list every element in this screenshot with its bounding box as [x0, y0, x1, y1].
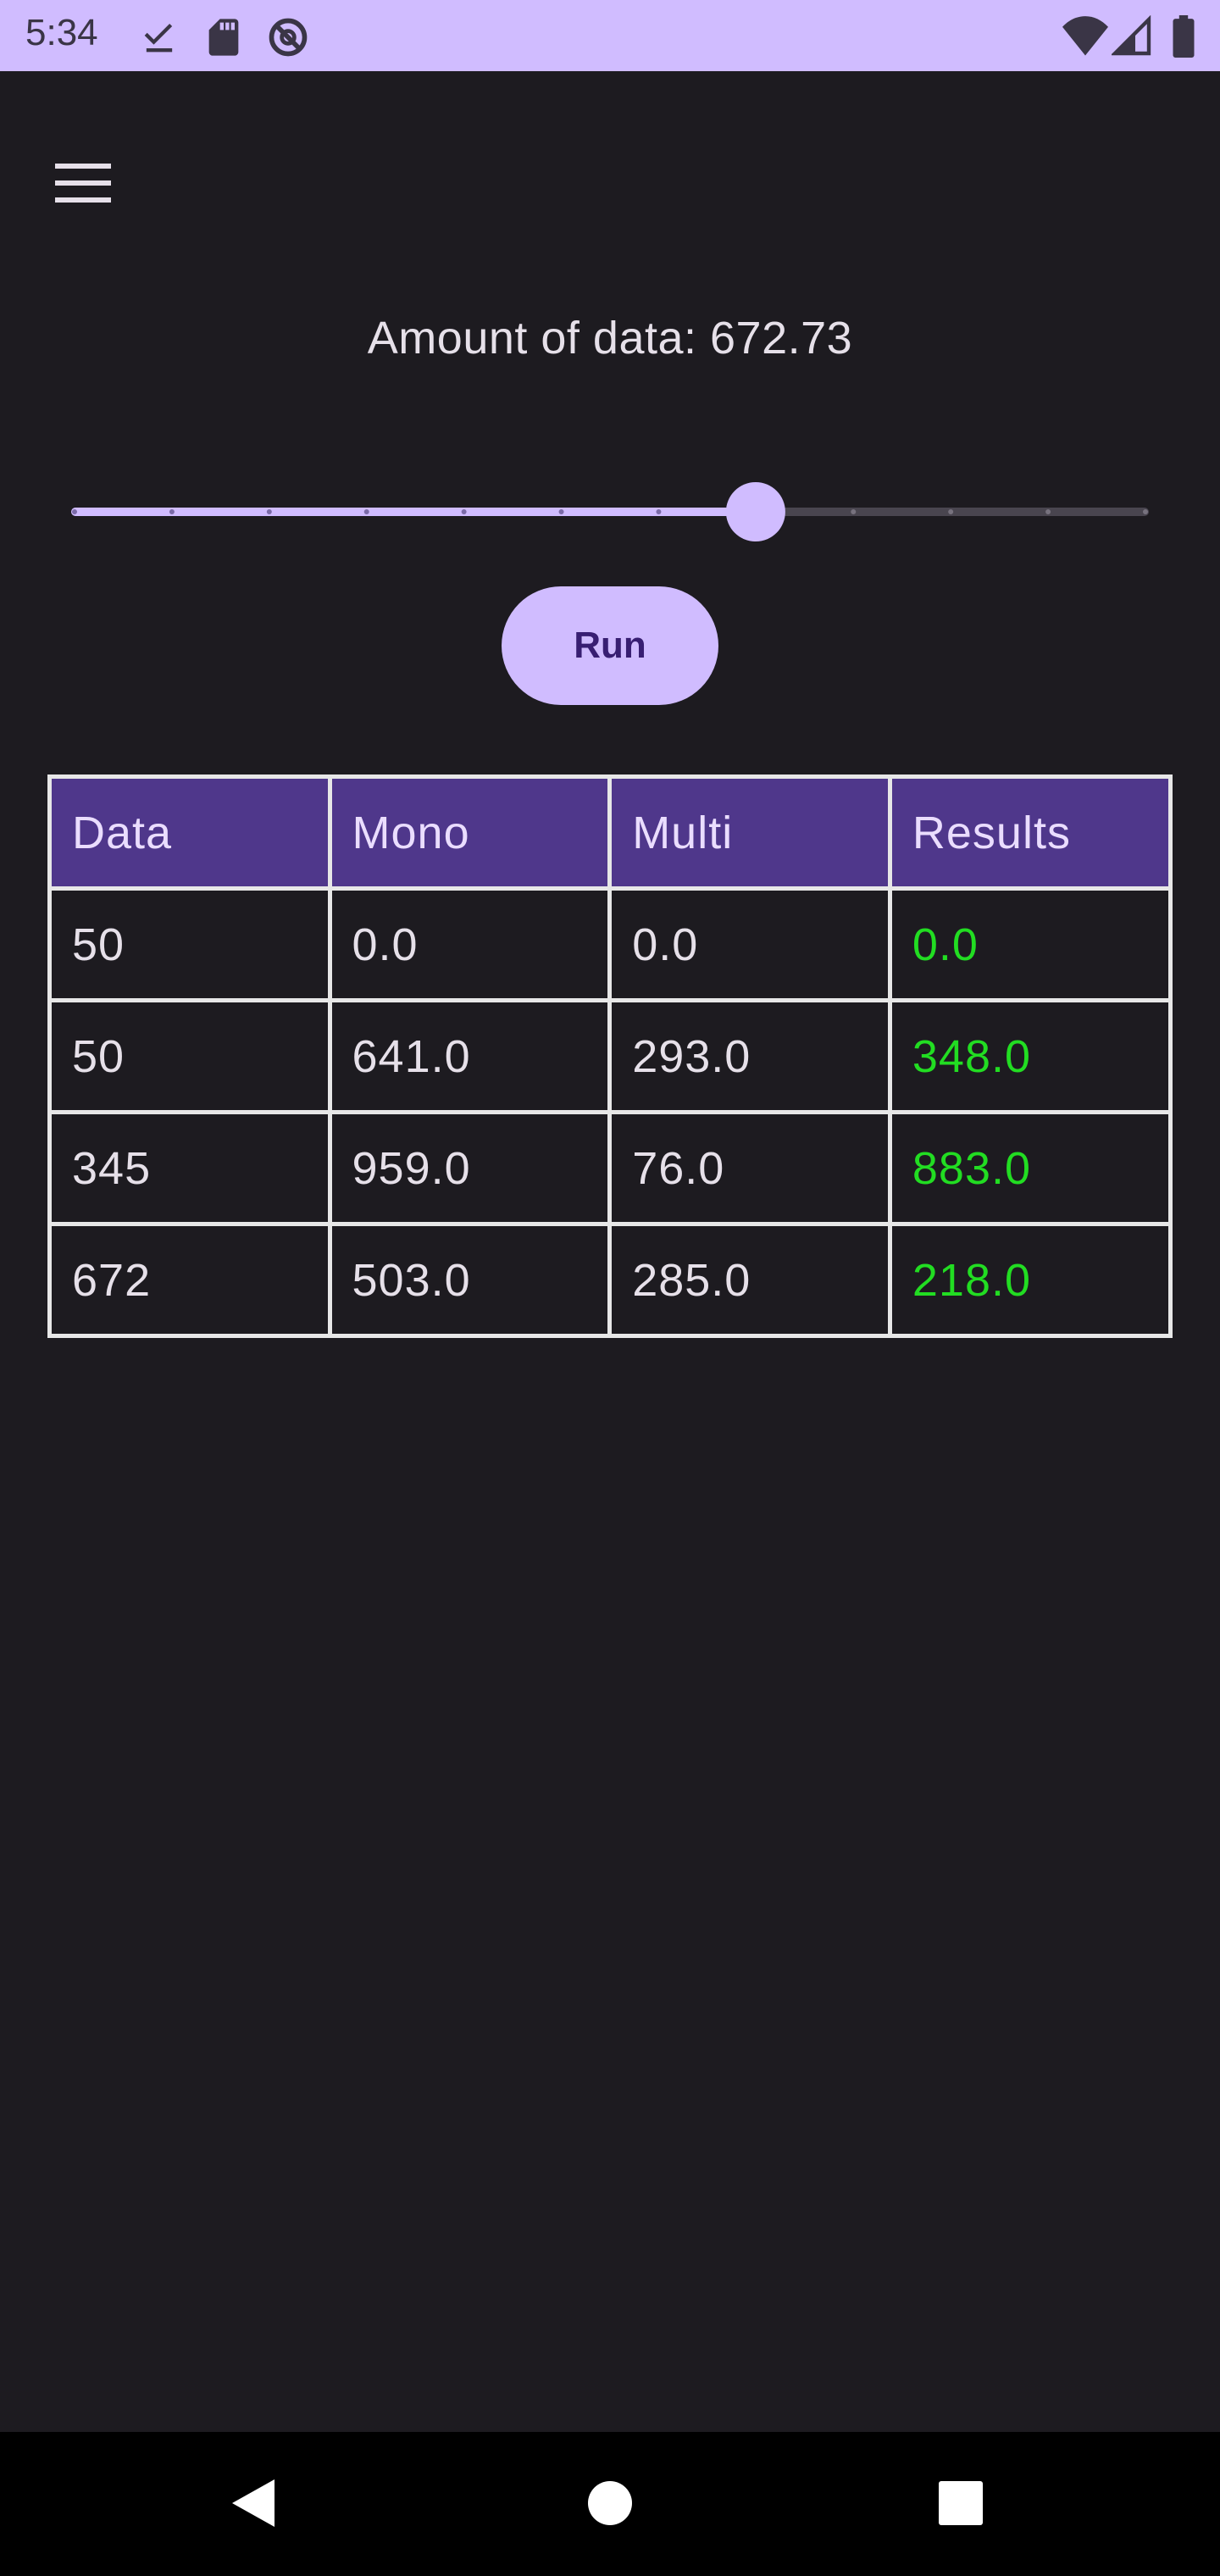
cell-mono: 641.0: [327, 998, 613, 1114]
recents-icon[interactable]: [927, 2469, 995, 2537]
run-button[interactable]: Run: [502, 586, 718, 705]
home-icon[interactable]: [576, 2469, 644, 2537]
results-table: Data Mono Multi Results 50 0.0 0.0 0.0 5…: [47, 774, 1173, 1338]
slider-tick: [851, 509, 857, 514]
do-not-disturb-icon: [269, 18, 308, 57]
status-time: 5:34: [25, 12, 98, 53]
status-bar: 5:34: [0, 0, 1220, 71]
header-results: Results: [887, 774, 1173, 891]
cell-data: 345: [47, 1110, 332, 1226]
hamburger-menu-icon: [55, 164, 111, 203]
table-row: 672 503.0 285.0 218.0: [47, 1222, 1173, 1338]
slider-tick: [461, 509, 467, 514]
cell-result: 218.0: [887, 1222, 1173, 1338]
cell-mono: 0.0: [327, 886, 613, 1002]
slider-tick: [363, 509, 369, 514]
slider-thumb[interactable]: [725, 482, 785, 541]
battery-icon: [1173, 15, 1195, 58]
cell-multi: 293.0: [607, 998, 892, 1114]
download-done-icon: [144, 23, 173, 53]
slider-tick: [656, 509, 662, 514]
sd-card-icon: [208, 19, 239, 56]
cell-result: 348.0: [887, 998, 1173, 1114]
cell-result: 0.0: [887, 886, 1173, 1002]
slider-tick: [558, 509, 564, 514]
cell-data: 50: [47, 998, 332, 1114]
cell-result: 883.0: [887, 1110, 1173, 1226]
cell-multi: 76.0: [607, 1110, 892, 1226]
table-row: 50 0.0 0.0 0.0: [47, 886, 1173, 1002]
app-screen: Amount of data: 672.73 Run Data Mono Mul…: [0, 71, 1220, 2432]
cell-multi: 0.0: [607, 886, 892, 1002]
cell-mono: 959.0: [327, 1110, 613, 1226]
cell-mono: 503.0: [327, 1222, 613, 1338]
menu-button[interactable]: [37, 137, 129, 229]
slider-tick: [72, 509, 77, 514]
header-multi: Multi: [607, 774, 892, 891]
header-mono: Mono: [327, 774, 613, 891]
slider-tick: [948, 509, 954, 514]
system-nav-bar: [0, 2432, 1220, 2576]
slider-tick: [266, 509, 272, 514]
slider-tick: [1143, 509, 1148, 514]
cell-multi: 285.0: [607, 1222, 892, 1338]
cell-data: 672: [47, 1222, 332, 1338]
header-data: Data: [47, 774, 332, 891]
wifi-icon: [1062, 16, 1108, 56]
slider-tick: [169, 509, 175, 514]
cell-signal-icon: [1112, 15, 1151, 56]
slider-tick: [1045, 509, 1051, 514]
data-amount-slider[interactable]: [71, 478, 1149, 546]
table-row: 345 959.0 76.0 883.0: [47, 1110, 1173, 1226]
table-row: 50 641.0 293.0 348.0: [47, 998, 1173, 1114]
table-header-row: Data Mono Multi Results: [47, 774, 1173, 891]
back-icon[interactable]: [220, 2469, 288, 2537]
cell-data: 50: [47, 886, 332, 1002]
amount-label: Amount of data: 672.73: [367, 313, 853, 364]
